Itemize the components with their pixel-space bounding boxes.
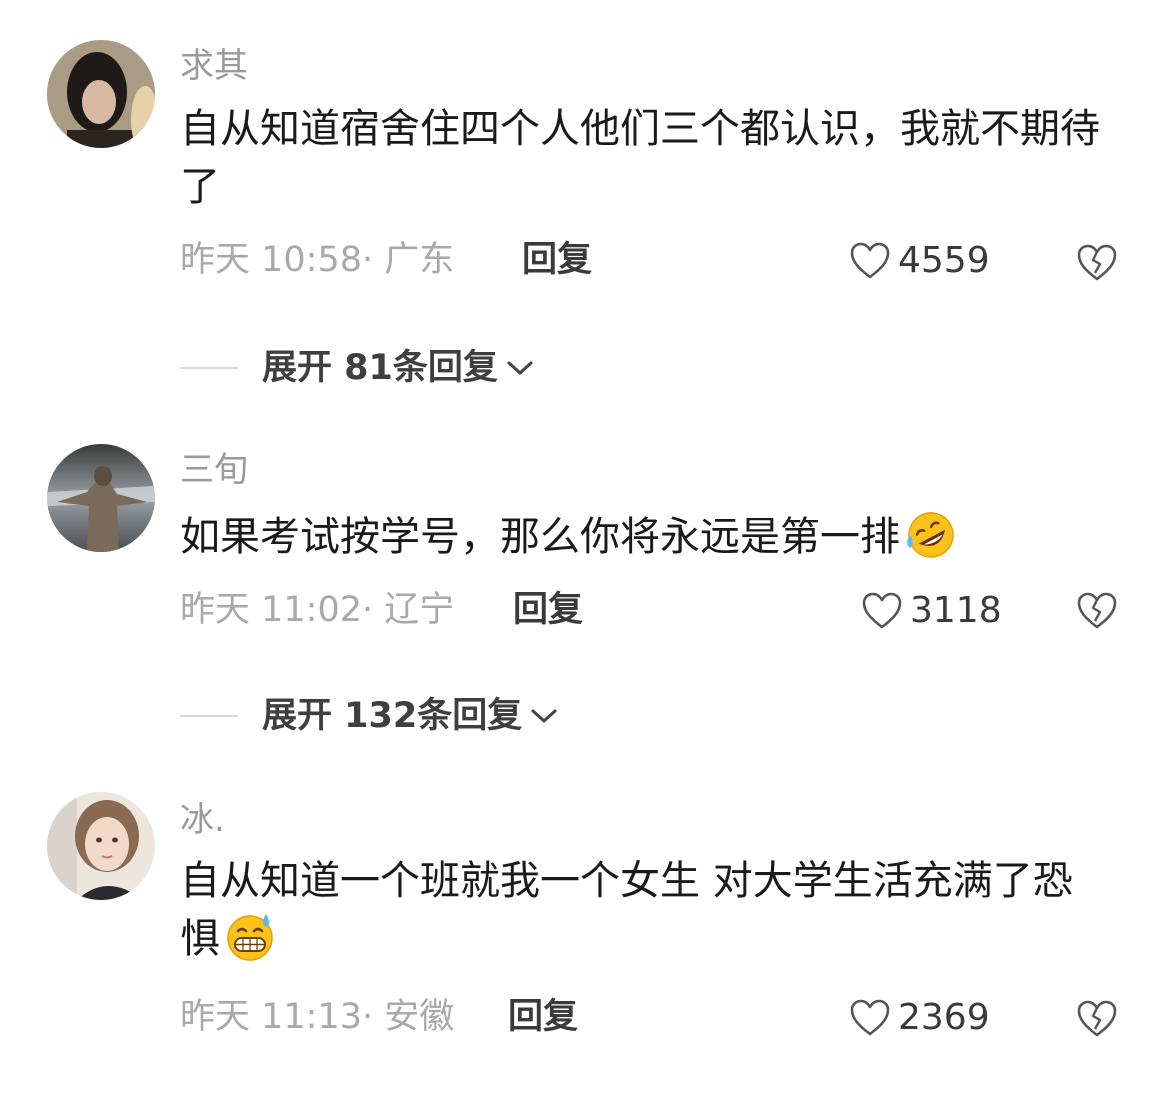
like-count: 3118 <box>910 590 1002 631</box>
avatar-image <box>47 40 155 148</box>
reply-button[interactable]: 回复 <box>513 590 583 630</box>
like-count: 2369 <box>898 997 990 1038</box>
username[interactable]: 冰. <box>180 800 225 840</box>
avatar[interactable] <box>47 444 155 552</box>
username[interactable]: 求其 <box>180 46 248 86</box>
comment-text: 自从知道宿舍住四个人他们三个都认识，我就不期待了 <box>180 106 1100 210</box>
comment-location: 安徽 <box>384 997 455 1037</box>
comment-time: 昨天 11:13 <box>180 997 362 1037</box>
expand-replies-button[interactable]: 展开 132条回复 <box>180 696 558 736</box>
reply-button[interactable]: 回复 <box>522 240 592 280</box>
chevron-down-icon <box>531 709 557 723</box>
broken-heart-icon[interactable] <box>1076 590 1118 632</box>
like-button[interactable]: 2369 <box>850 998 990 1038</box>
comment-meta: 昨天 10:58· 广东 <box>180 240 454 280</box>
broken-heart-icon[interactable] <box>1076 242 1118 284</box>
comment-location: 辽宁 <box>384 590 455 630</box>
comment-text: 如果考试按学号，那么你将永远是第一排 <box>180 508 1110 566</box>
comment-text-content: 如果考试按学号，那么你将永远是第一排 <box>180 514 900 560</box>
avatar[interactable] <box>47 40 155 148</box>
chevron-down-icon <box>507 361 533 375</box>
comment-meta: 昨天 11:13· 安徽 <box>180 997 454 1037</box>
like-count: 4559 <box>898 240 990 281</box>
divider <box>180 715 238 717</box>
meta-separator: · <box>362 240 374 280</box>
expand-replies-button[interactable]: 展开 81条回复 <box>180 348 534 388</box>
comment-time: 昨天 11:02 <box>180 590 362 630</box>
username[interactable]: 三旬 <box>180 450 248 490</box>
comment-meta: 昨天 11:02· 辽宁 <box>180 590 454 630</box>
like-button[interactable]: 4559 <box>850 241 990 281</box>
divider <box>180 367 238 369</box>
reply-button[interactable]: 回复 <box>508 997 578 1037</box>
heart-outline-icon <box>850 242 890 279</box>
avatar[interactable] <box>47 792 155 900</box>
comment-location: 广东 <box>384 240 455 280</box>
expand-replies-label: 展开 81条回复 <box>262 348 498 388</box>
comment-text: 自从知道一个班就我一个女生 对大学生活充满了恐惧 <box>180 852 1110 968</box>
avatar-image <box>47 444 155 552</box>
comment-text-content: 自从知道一个班就我一个女生 对大学生活充满了恐惧 <box>180 858 1073 962</box>
meta-separator: · <box>362 590 374 630</box>
rolling-on-floor-laughing-icon <box>907 512 954 558</box>
comment-time: 昨天 10:58 <box>180 240 362 280</box>
meta-separator: · <box>362 997 374 1037</box>
grinning-sweat-icon <box>227 914 273 961</box>
expand-replies-label: 展开 132条回复 <box>262 696 523 736</box>
avatar-image <box>47 792 155 900</box>
like-button[interactable]: 3118 <box>862 591 1002 631</box>
heart-outline-icon <box>850 999 890 1036</box>
broken-heart-icon[interactable] <box>1076 998 1118 1040</box>
heart-outline-icon <box>862 592 902 629</box>
